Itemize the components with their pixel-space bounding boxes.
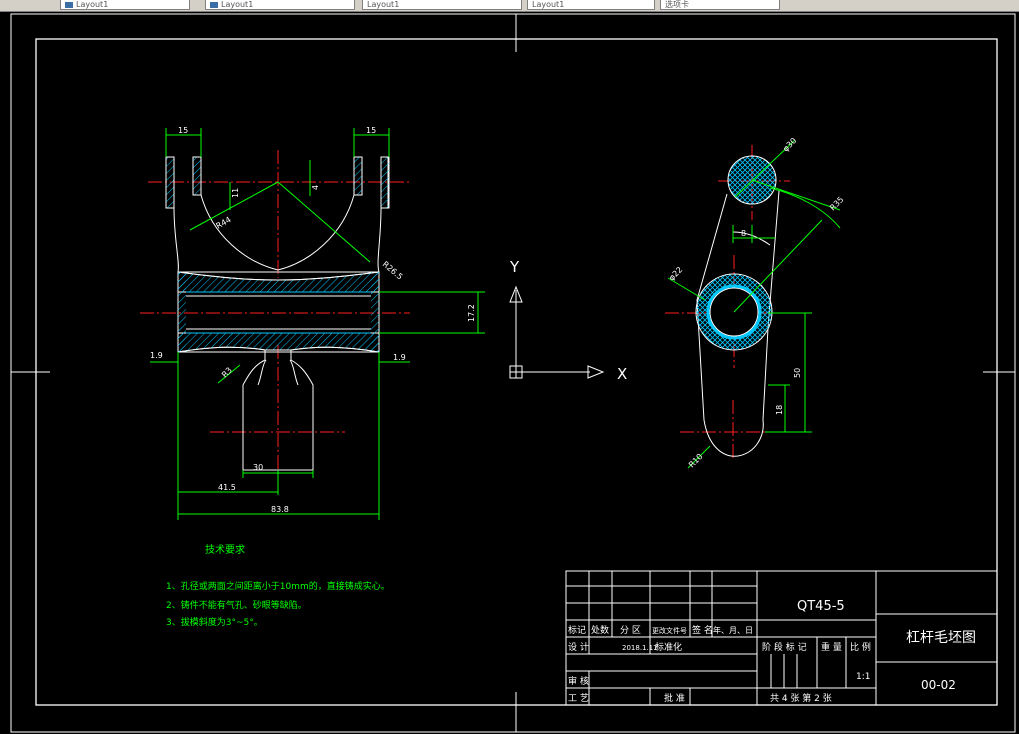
dim-8: 8 — [741, 229, 746, 238]
lever-side-view — [665, 145, 812, 460]
dim-top-left-15: 15 — [178, 126, 188, 135]
technical-notes: 技术要求 1、孔径或两面之间距离小于10mm的，直接铸成实心。 2、铸件不能有气… — [166, 543, 390, 628]
dim-30: 30 — [253, 463, 263, 472]
outer-frame — [10, 13, 1016, 733]
dim-phi22: φ22 — [667, 265, 684, 282]
centering-marks — [11, 14, 1015, 732]
stage-mark: 阶 段 标 记 — [762, 641, 807, 653]
row-process: 工 艺 — [568, 693, 589, 704]
dim-50: 50 — [793, 368, 802, 378]
header-sign: 签 名 — [692, 624, 713, 636]
design-date: 2018.1.11 — [622, 644, 658, 652]
material-label: QT45-5 — [797, 599, 845, 614]
dim-right-1-9: 1.9 — [393, 353, 406, 362]
scale-label: 比 例 — [850, 641, 871, 653]
ucs-icon — [509, 285, 605, 379]
dim-17: 17.2 — [467, 304, 476, 322]
dim-phi30: φ30 — [781, 136, 798, 153]
dim-left-1-9: 1.9 — [150, 351, 163, 360]
sheet-count: 共 4 张 第 2 张 — [770, 692, 832, 704]
header-mark: 标记 — [568, 624, 586, 636]
dim-top-right-15: 15 — [366, 126, 376, 135]
header-date: 年、月、日 — [713, 625, 753, 635]
drawing-name: 杠杆毛坯图 — [906, 630, 976, 646]
dim-41-5: 41.5 — [218, 483, 236, 492]
ucs-y-label: Y — [509, 258, 520, 276]
layout-icon — [65, 1, 73, 8]
layout-tab[interactable]: Layout1 — [527, 0, 655, 10]
drawing-code: 00-02 — [921, 678, 956, 692]
row-review: 审 核 — [568, 675, 589, 687]
ucs-x-label: X — [617, 365, 627, 383]
layout-tab[interactable]: Layout1 — [362, 0, 522, 10]
dim-83-8: 83.8 — [271, 505, 289, 514]
dim-r3: R3 — [220, 366, 234, 380]
dim-18: 18 — [775, 405, 784, 415]
dim-r26: R26.5 — [381, 260, 405, 282]
cad-drawing-canvas[interactable]: 15 15 R44 11 4 R26.5 17.2 1.9 1.9 R3 30 … — [0, 11, 1019, 734]
header-count: 处数 — [591, 624, 609, 636]
dim-r35: R35 — [828, 195, 846, 213]
dim-11: 11 — [231, 188, 240, 198]
weight-label: 重 量 — [821, 641, 842, 653]
note-item-2: 2、铸件不能有气孔、砂眼等缺陷。 — [166, 599, 307, 611]
layout-tab[interactable]: Layout1 — [205, 0, 355, 10]
header-zone: 分 区 — [620, 625, 641, 636]
notes-title: 技术要求 — [205, 543, 245, 556]
row-design: 设 计 — [568, 641, 589, 653]
layout-icon — [210, 1, 218, 8]
row-approve: 批 准 — [664, 692, 685, 704]
dim-4: 4 — [311, 185, 320, 190]
note-item-1: 1、孔径或两面之间距离小于10mm的，直接铸成实心。 — [166, 580, 390, 592]
layout-tab[interactable]: Layout1 — [60, 0, 190, 10]
dim-r44: R44 — [215, 215, 233, 231]
row-standard: 标准化 — [655, 641, 682, 653]
fork-front-view — [140, 150, 410, 471]
scale-value: 1:1 — [856, 672, 870, 682]
note-item-3: 3、拔模斜度为3°~5°。 — [166, 616, 263, 628]
header-docno: 更改文件号 — [652, 626, 687, 635]
layout-tab[interactable]: 选项卡 — [660, 0, 780, 10]
